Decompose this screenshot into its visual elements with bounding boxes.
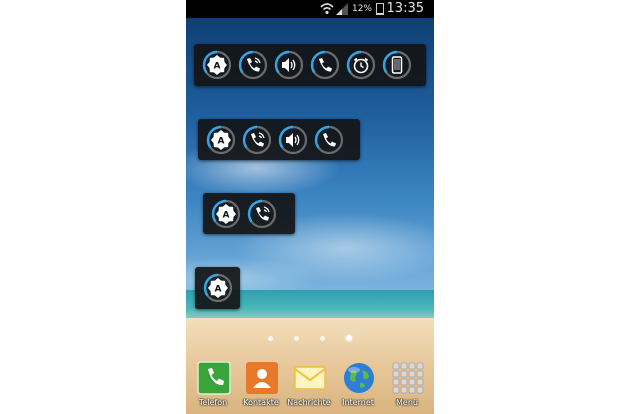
auto-brightness-icon: A [203, 273, 233, 303]
page-indicator[interactable] [186, 335, 434, 346]
contacts-icon [245, 361, 279, 395]
phone-toggle[interactable] [314, 125, 344, 155]
app-grid-icon [391, 361, 425, 395]
dock-app-nachrichte[interactable]: Nachrichte [285, 358, 333, 414]
dock-app-internet[interactable]: Internet [334, 358, 382, 414]
battery-percent: 12% [351, 4, 372, 14]
toggle-widget: A [195, 267, 240, 309]
battery-icon [376, 3, 384, 15]
phone-ring-toggle[interactable] [238, 50, 268, 80]
messages-icon [293, 361, 327, 395]
volume-icon [278, 125, 308, 155]
dock-app-label: Menü [396, 398, 418, 407]
phone-icon [310, 50, 340, 80]
auto-brightness-toggle[interactable]: A [202, 50, 232, 80]
alarm-toggle[interactable] [346, 50, 376, 80]
auto-brightness-toggle[interactable]: A [203, 273, 233, 303]
phone-ring-icon [238, 50, 268, 80]
wifi-icon [320, 3, 334, 15]
page-dot[interactable] [346, 335, 352, 341]
phone-ring-icon [247, 199, 277, 229]
dock-app-label: Nachrichte [287, 398, 331, 407]
toggle-widget: A [203, 193, 295, 234]
phone-device-toggle[interactable] [382, 50, 412, 80]
globe-icon [342, 361, 376, 395]
page-dot[interactable] [268, 336, 273, 341]
status-bar[interactable]: 12% 13:35 [186, 0, 434, 18]
phone-ring-toggle[interactable] [242, 125, 272, 155]
volume-icon [274, 50, 304, 80]
brightness-glyph: A [218, 136, 225, 146]
auto-brightness-icon: A [206, 125, 236, 155]
alarm-icon [346, 50, 376, 80]
signal-icon [336, 3, 348, 15]
dock-app-telefon[interactable]: Telefon [189, 358, 237, 414]
dock-app-men[interactable]: Menü [383, 358, 431, 414]
phone-icon [314, 125, 344, 155]
page-dot[interactable] [320, 336, 325, 341]
phone-ring-icon [242, 125, 272, 155]
dock-app-label: Kontakte [243, 398, 279, 407]
auto-brightness-toggle[interactable]: A [206, 125, 236, 155]
auto-brightness-toggle[interactable]: A [211, 199, 241, 229]
volume-toggle[interactable] [278, 125, 308, 155]
phone-ring-toggle[interactable] [247, 199, 277, 229]
dock-app-label: Telefon [198, 398, 228, 407]
page-dot[interactable] [294, 336, 299, 341]
phone-icon [197, 361, 231, 395]
volume-toggle[interactable] [274, 50, 304, 80]
brightness-glyph: A [215, 285, 222, 295]
brightness-glyph: A [223, 210, 230, 220]
phone-screen: 12% 13:35 A A A A Telefon Kontakte Nachr… [186, 0, 434, 414]
dock: Telefon Kontakte Nachrichte Internet Menü [186, 358, 434, 414]
brightness-glyph: A [214, 62, 221, 72]
auto-brightness-icon: A [202, 50, 232, 80]
dock-app-kontakte[interactable]: Kontakte [237, 358, 285, 414]
toggle-widget: A [198, 119, 360, 160]
auto-brightness-icon: A [211, 199, 241, 229]
phone-toggle[interactable] [310, 50, 340, 80]
phone-device-icon [382, 50, 412, 80]
toggle-widget: A [194, 44, 426, 86]
clock: 13:35 [386, 1, 424, 16]
dock-app-label: Internet [342, 398, 374, 407]
